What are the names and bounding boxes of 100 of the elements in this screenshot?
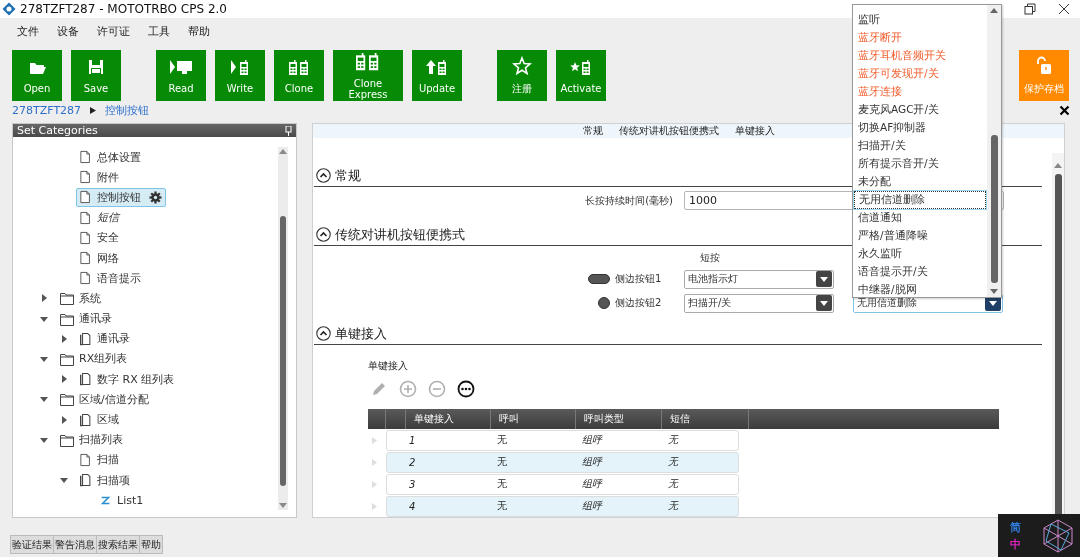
toolbar-button[interactable]: Write — [215, 50, 265, 101]
breadcrumb-link[interactable]: 278TZFT287 — [12, 104, 82, 117]
toolbar-button[interactable]: Update — [412, 50, 462, 101]
menu-item[interactable]: 帮助 — [179, 22, 219, 44]
caret-icon — [820, 300, 828, 306]
pin-icon[interactable] — [285, 125, 292, 136]
menu-item[interactable]: 许可证 — [88, 22, 139, 44]
collapse-arrow-icon[interactable] — [60, 476, 68, 485]
section-link[interactable]: 常规 — [583, 124, 603, 138]
dropdown-option[interactable]: 蓝牙耳机音频开关 — [853, 47, 987, 65]
scrollbar[interactable] — [278, 147, 288, 511]
gear-icon[interactable] — [149, 190, 162, 204]
collapse-arrow-icon[interactable] — [40, 314, 48, 323]
tree-item[interactable]: 扫描项 — [76, 470, 134, 490]
dropdown-option[interactable]: 语音提示开/关 — [853, 263, 987, 281]
breadcrumb-link[interactable]: 控制按钮 — [105, 103, 150, 118]
column-header: 短按 — [699, 251, 721, 265]
caret-icon — [989, 300, 997, 306]
toolbar-button[interactable]: Clone — [274, 50, 324, 101]
collapse-icon[interactable] — [316, 227, 331, 242]
restore-icon[interactable] — [1024, 3, 1036, 15]
section-link[interactable]: 传统对讲机按钮便携式 — [619, 124, 719, 138]
dropdown-option[interactable]: 切换AF抑制器 — [853, 119, 987, 137]
table-row[interactable]: 2 无 组呼 无 — [386, 451, 739, 473]
close-icon[interactable] — [1058, 3, 1070, 15]
bottom-tab[interactable]: 帮助 — [139, 535, 163, 554]
menu-item[interactable]: 工具 — [139, 22, 179, 44]
toolbar-button[interactable]: Clone Express — [333, 50, 403, 101]
more-icon[interactable] — [457, 380, 475, 398]
tree-item[interactable]: 网络 — [76, 248, 123, 268]
tree-item[interactable]: 安全 — [76, 228, 123, 248]
tree-item[interactable]: RX组列表 — [56, 349, 132, 369]
tree-item[interactable]: 短信 — [76, 208, 123, 228]
collapse-arrow-icon[interactable] — [40, 395, 48, 404]
tree-item[interactable]: 数字 RX 组列表 — [76, 369, 179, 389]
tree-item[interactable]: 区域 — [76, 410, 123, 430]
dropdown-option[interactable]: 严格/普通降噪 — [853, 227, 987, 245]
page-icon — [80, 452, 92, 467]
tree-item[interactable]: 扫描列表 — [56, 430, 127, 450]
toolbar-button[interactable]: Read — [156, 50, 206, 101]
scrollbar[interactable] — [1052, 153, 1064, 517]
table-cell-text: 2 — [408, 456, 417, 468]
section-link[interactable]: 单键接入 — [735, 124, 775, 138]
dropdown-option[interactable]: 信道通知 — [853, 209, 987, 227]
collapse-arrow-icon[interactable] — [40, 354, 48, 363]
table-row[interactable]: 3 无 组呼 无 — [386, 473, 739, 495]
table-row[interactable]: 1 无 组呼 无 — [386, 429, 739, 451]
dropdown-option[interactable]: 无用信道删除 — [854, 191, 986, 209]
collapse-icon[interactable] — [316, 168, 331, 183]
bottom-tab[interactable]: 搜索结果 — [96, 535, 140, 554]
tree-item[interactable]: 扫描 — [76, 450, 123, 470]
dropdown-option[interactable]: 蓝牙断开 — [853, 29, 987, 47]
dropdown-option[interactable]: 扫描开/关 — [853, 137, 987, 155]
document-stack-icon — [80, 372, 92, 387]
tree-item[interactable]: 系统 — [56, 288, 105, 308]
tree-item[interactable]: 总体设置 — [76, 147, 145, 167]
dropdown-option[interactable]: 蓝牙连接 — [853, 83, 987, 101]
row-marker-icon — [372, 436, 377, 444]
collapse-arrow-icon[interactable] — [40, 435, 48, 444]
two-phones-icon — [288, 57, 310, 77]
padlock-icon — [1034, 55, 1054, 76]
dropdown[interactable]: 电池指示灯 — [684, 269, 834, 289]
scroll-up-icon — [1054, 163, 1062, 168]
toolbar-button[interactable]: Activate — [556, 50, 606, 101]
expand-arrow-icon[interactable] — [60, 375, 68, 384]
collapse-icon[interactable] — [316, 326, 331, 341]
tree-item[interactable]: 附件 — [76, 167, 123, 187]
toolbar-button[interactable]: Save — [71, 50, 121, 101]
tree-item[interactable]: 控制按钮 — [76, 187, 166, 207]
bottom-tab[interactable]: 警告消息 — [53, 535, 97, 554]
bottom-tab[interactable]: 验证结果 — [10, 535, 54, 554]
table-row[interactable]: 4 无 组呼 无 — [386, 495, 739, 517]
dropdown[interactable]: 扫描开/关 — [684, 293, 834, 313]
tree-item[interactable]: 通讯录 — [56, 309, 116, 329]
folder-icon — [60, 432, 74, 447]
star-icon — [512, 55, 532, 76]
expand-arrow-icon[interactable] — [60, 334, 68, 343]
menu-item[interactable]: 设备 — [48, 22, 88, 44]
scrollbar[interactable] — [987, 5, 1001, 297]
tree-item[interactable]: 区域/信道分配 — [56, 389, 153, 409]
tree-item[interactable]: 语音提示 — [76, 268, 145, 288]
toolbar-button[interactable]: Open — [12, 50, 62, 101]
row-marker-icon — [372, 502, 377, 510]
tree-item[interactable]: List1 — [96, 491, 148, 510]
round-button-icon — [598, 297, 610, 309]
tree-item[interactable]: 通讯录 — [76, 329, 134, 349]
dropdown-option[interactable]: 监听 — [853, 11, 987, 29]
toolbar-button[interactable]: 注册 — [497, 50, 547, 101]
star-phone-icon — [570, 57, 592, 77]
table-cell-text: 无 — [496, 433, 508, 447]
expand-arrow-icon[interactable] — [60, 415, 68, 424]
input-method-indicator[interactable]: 简 中 — [998, 514, 1080, 557]
dropdown-option[interactable]: 麦克风AGC开/关 — [853, 101, 987, 119]
section-header: 单键接入 — [314, 323, 1042, 345]
dropdown-option[interactable]: 蓝牙可发现开/关 — [853, 65, 987, 83]
menu-item[interactable]: 文件 — [8, 22, 48, 44]
table-cell-text: 无 — [496, 455, 508, 469]
expand-arrow-icon[interactable] — [40, 294, 48, 303]
dropdown-option[interactable]: 永久监听 — [853, 245, 987, 263]
close-icon[interactable] — [1059, 105, 1070, 116]
